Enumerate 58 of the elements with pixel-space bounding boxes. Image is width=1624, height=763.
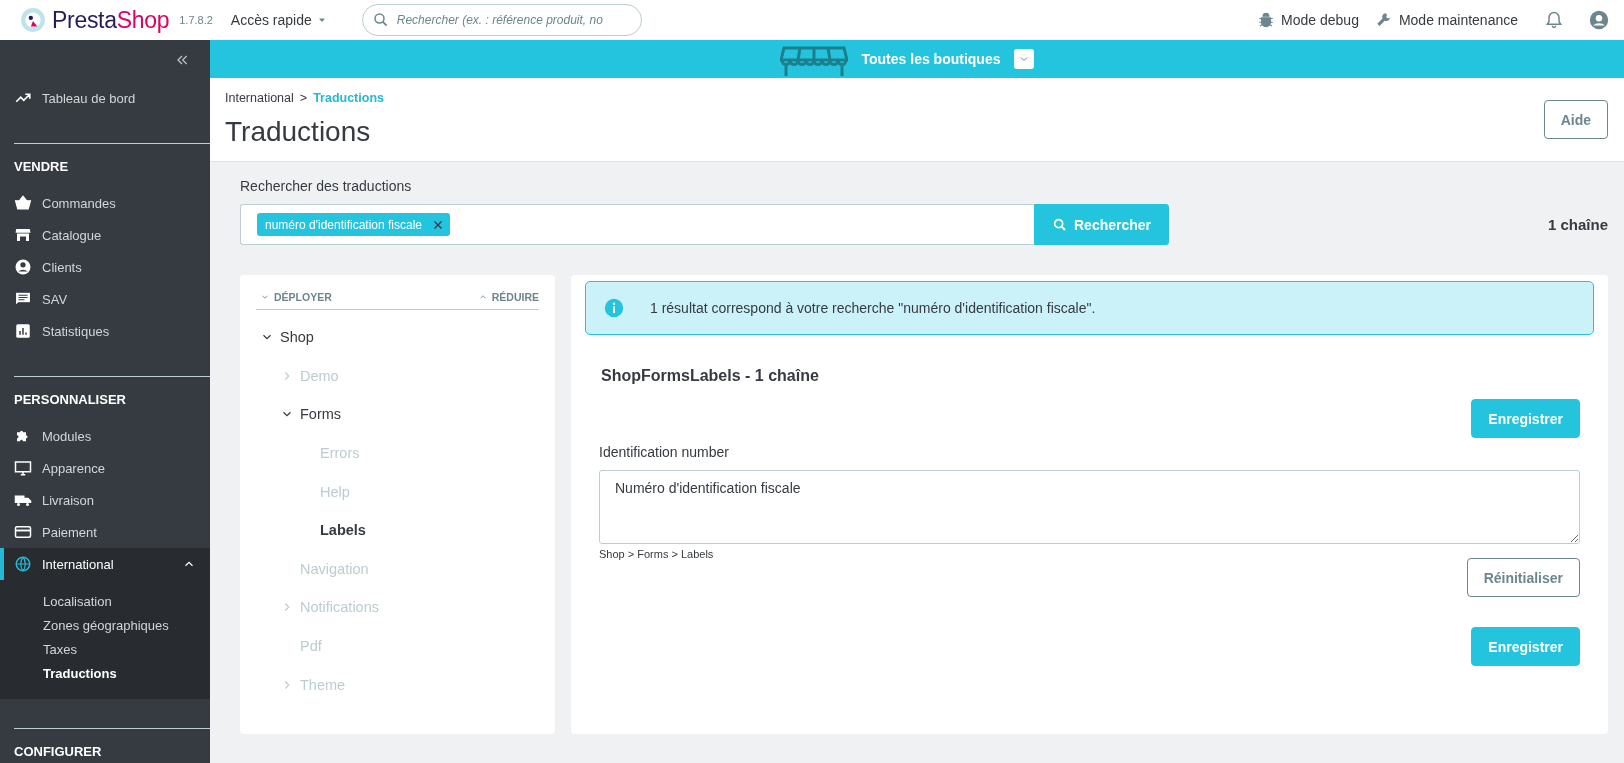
logo-icon: [20, 7, 46, 33]
help-button[interactable]: Aide: [1543, 100, 1608, 139]
result-count: 1 chaîne: [1547, 216, 1608, 233]
shop-dropdown-button[interactable]: [1014, 49, 1035, 69]
submenu-item[interactable]: Taxes: [0, 638, 210, 662]
sidebar-item[interactable]: Livraison: [0, 484, 210, 516]
sidebar-item[interactable]: SAV: [0, 283, 210, 315]
sidebar-item[interactable]: Commandes: [0, 187, 210, 219]
section-title: PERSONNALISER: [14, 391, 127, 409]
submenu-item[interactable]: Traductions: [0, 662, 210, 686]
shop-selector-label: Toutes les boutiques: [861, 51, 1001, 67]
bug-icon: [1257, 11, 1276, 29]
search-label: Rechercher des traductions: [240, 178, 413, 194]
translation-path: Shop > Forms > Labels: [599, 548, 715, 560]
sidebar-item[interactable]: International: [0, 548, 210, 580]
bell-icon[interactable]: [1544, 10, 1564, 30]
user-icon[interactable]: [1588, 9, 1610, 31]
field-label: Identification number: [599, 444, 730, 460]
translation-field[interactable]: Numéro d'identification fiscale: [599, 470, 1580, 544]
globe-icon: [14, 555, 32, 573]
monitor-icon: [14, 459, 32, 477]
expand-all-link[interactable]: DÉPLOYER: [260, 291, 332, 303]
section-title: CONFIGURER: [14, 743, 103, 761]
version-label: 1.7.8.2: [179, 14, 213, 26]
sidebar-item[interactable]: Clients: [0, 251, 210, 283]
close-icon[interactable]: [432, 218, 445, 231]
submenu-item[interactable]: Zones géographiques: [0, 614, 210, 638]
tree-node[interactable]: Shop: [280, 329, 314, 346]
credit-card-icon: [14, 523, 32, 541]
alert-message: 1 résultat correspond à votre recherche "numéro d'identification fiscale".: [650, 300, 1096, 316]
reset-button[interactable]: Réinitialiser: [1466, 558, 1580, 597]
page-title: Traductions: [225, 114, 372, 149]
collapse-all-link[interactable]: RÉDUIRE: [477, 291, 539, 303]
sidebar-item[interactable]: Tableau de bord: [0, 82, 210, 114]
sidebar-item[interactable]: Apparence: [0, 452, 210, 484]
breadcrumb-separator: >: [299, 90, 308, 105]
sidebar-item[interactable]: Modules: [0, 420, 210, 452]
section-title: VENDRE: [14, 158, 70, 176]
basket-icon: [14, 194, 32, 212]
sidebar-item[interactable]: Statistiques: [0, 315, 210, 347]
tree-node[interactable]: Labels: [320, 522, 366, 539]
search-icon: [1052, 216, 1068, 233]
bar-chart-icon: [14, 322, 32, 340]
brand-name: PrestaShop: [52, 6, 170, 34]
sidebar-item[interactable]: Paiement: [0, 516, 210, 548]
mode-link[interactable]: Mode maintenance: [1374, 11, 1518, 29]
info-icon: [604, 298, 624, 318]
breadcrumb-link[interactable]: International: [225, 90, 294, 105]
person-circle-icon: [14, 258, 32, 276]
domain-title: ShopFormsLabels - 1 chaîne: [601, 367, 820, 385]
sidebar-item[interactable]: Catalogue: [0, 219, 210, 251]
search-icon: [371, 11, 390, 29]
quick-access-dropdown[interactable]: Accès rapide: [230, 12, 328, 28]
submenu-item[interactable]: Localisation: [0, 590, 210, 614]
mode-link[interactable]: Mode debug: [1257, 11, 1359, 29]
tree-node[interactable]: Forms: [300, 406, 342, 423]
search-field[interactable]: Rechercher (ex. : référence produit, no: [361, 4, 642, 36]
store-icon: [14, 226, 32, 244]
